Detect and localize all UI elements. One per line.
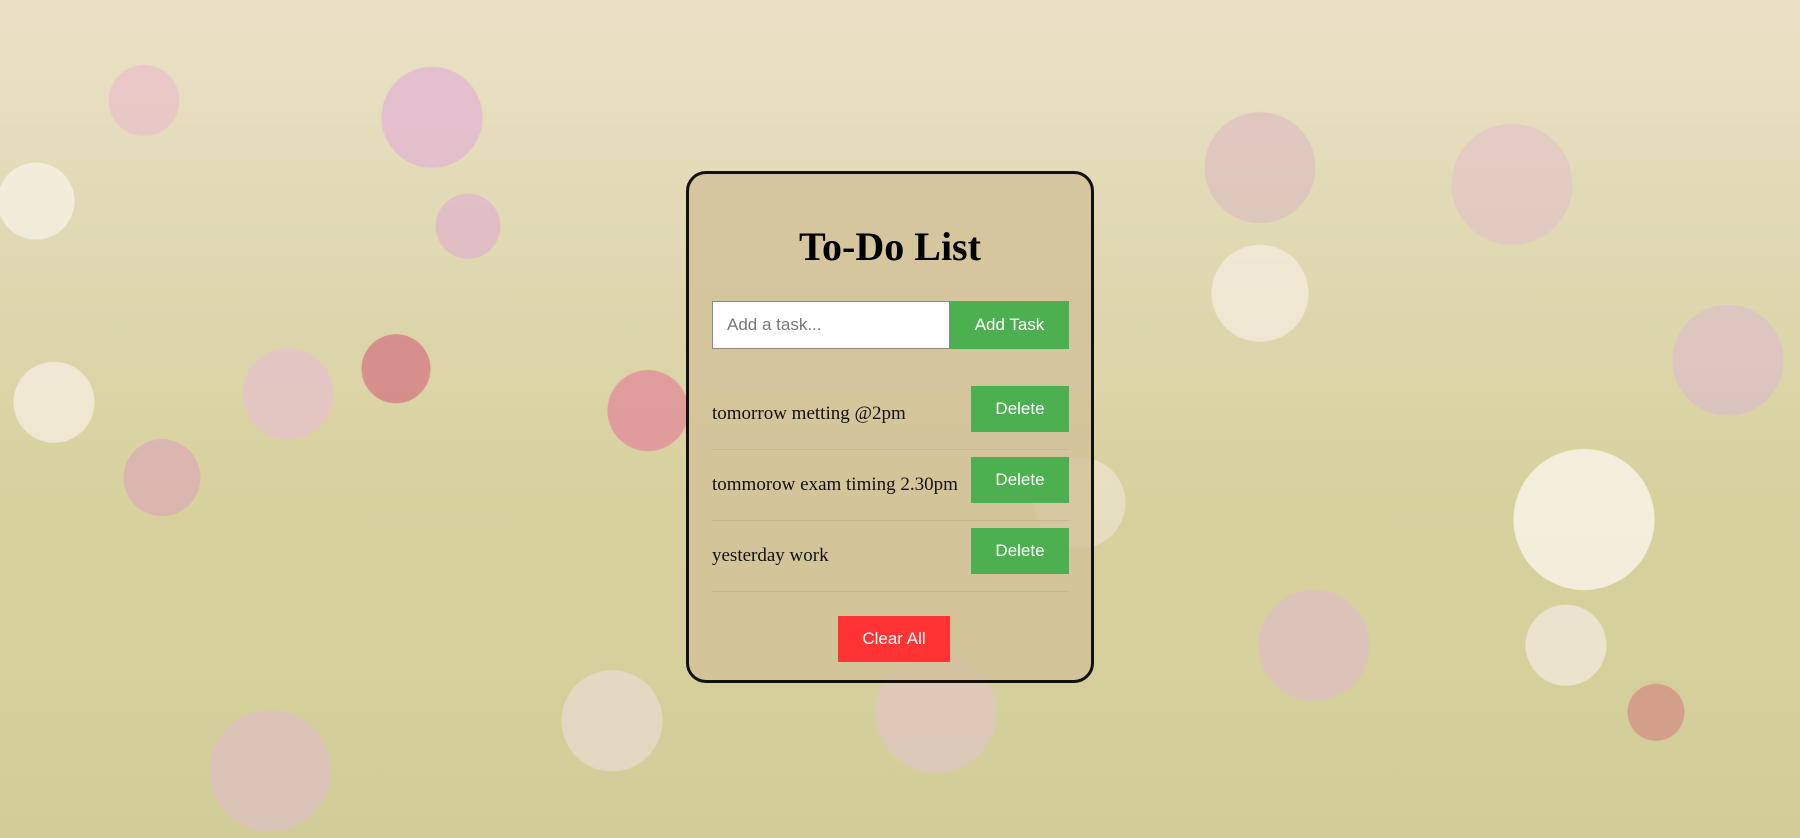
delete-button[interactable]: Delete xyxy=(971,457,1069,503)
delete-button[interactable]: Delete xyxy=(971,528,1069,574)
add-task-row: Add Task xyxy=(712,301,1069,349)
task-list: tomorrow metting @2pm Delete tommorow ex… xyxy=(712,379,1069,592)
task-text: yesterday work xyxy=(712,545,829,566)
todo-card: To-Do List Add Task tomorrow metting @2p… xyxy=(686,171,1094,683)
task-item: tommorow exam timing 2.30pm Delete xyxy=(712,450,1069,521)
add-task-button[interactable]: Add Task xyxy=(950,301,1069,349)
task-item: tomorrow metting @2pm Delete xyxy=(712,379,1069,450)
clear-all-button[interactable]: Clear All xyxy=(838,616,950,662)
task-text: tommorow exam timing 2.30pm xyxy=(712,474,958,495)
page-title: To-Do List xyxy=(799,224,981,269)
task-input[interactable] xyxy=(712,301,950,349)
delete-button[interactable]: Delete xyxy=(971,386,1069,432)
task-text: tomorrow metting @2pm xyxy=(712,403,906,424)
task-item: yesterday work Delete xyxy=(712,521,1069,592)
